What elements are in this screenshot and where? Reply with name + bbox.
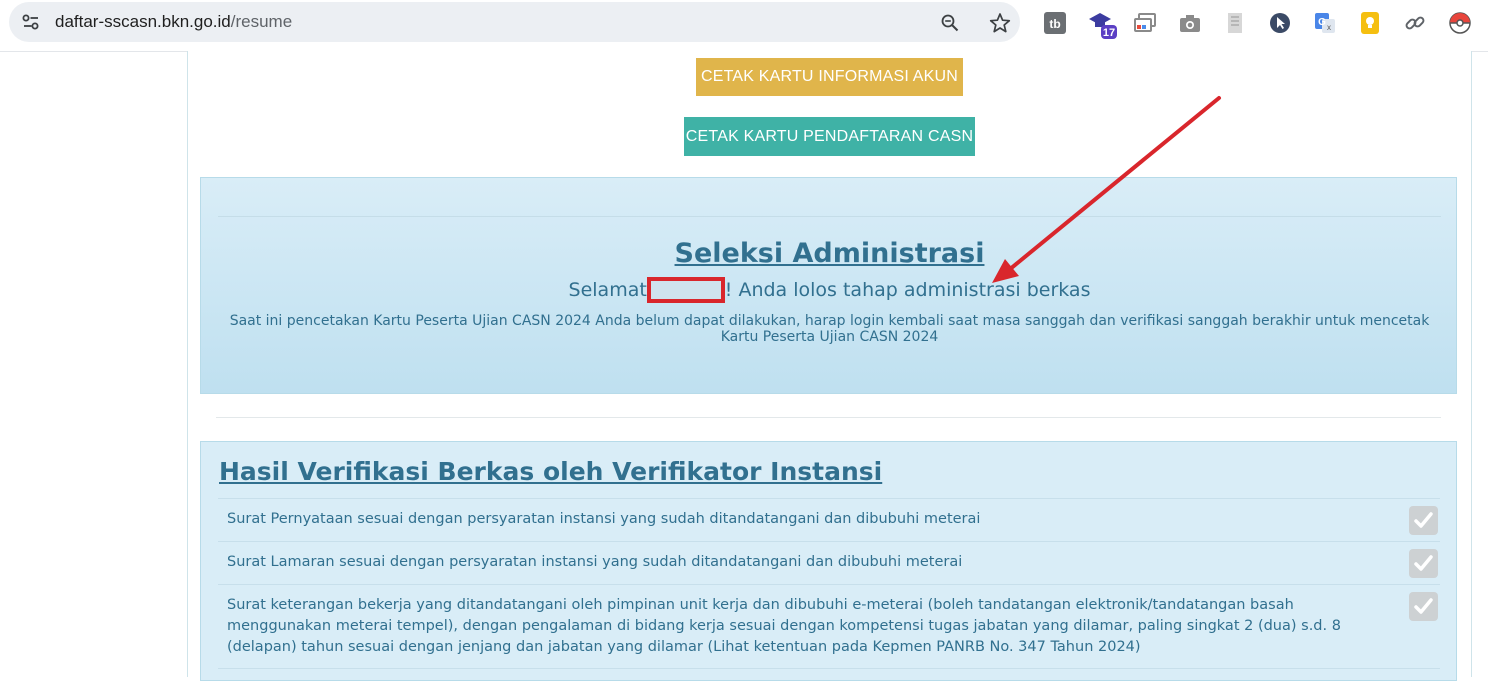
checkmark-icon <box>1409 506 1438 535</box>
url-host: daftar-sscasn.bkn.go.id <box>55 12 231 31</box>
verification-row <box>218 668 1440 677</box>
pokeball-extension-icon[interactable] <box>1448 11 1472 35</box>
print-card-notice: Saat ini pencetakan Kartu Peserta Ujian … <box>229 313 1430 345</box>
extension-badge: 17 <box>1103 27 1115 39</box>
tb-extension-icon[interactable]: tb <box>1043 11 1067 35</box>
keep-notes-extension-icon[interactable] <box>1358 11 1382 35</box>
window-stack-extension-icon[interactable] <box>1133 11 1157 35</box>
verification-item-text: Surat Pernyataan sesuai dengan persyarat… <box>227 511 981 527</box>
checkmark-icon <box>1409 549 1438 578</box>
divider <box>218 216 1441 217</box>
print-casn-registration-card-button[interactable]: CETAK KARTU PENDAFTARAN CASN <box>684 117 975 156</box>
link-extension-icon[interactable] <box>1403 11 1427 35</box>
verification-row: Surat Pernyataan sesuai dengan persyarat… <box>218 498 1440 541</box>
verification-item-text: Surat keterangan bekerja yang ditandatan… <box>227 597 1341 655</box>
congratulation-message: Selamat ! Anda lolos tahap administrasi b… <box>200 277 1459 303</box>
zoom-icon[interactable] <box>940 13 960 33</box>
site-settings-icon[interactable] <box>22 13 40 31</box>
graduation-cap-extension-icon[interactable]: 17 <box>1088 10 1118 40</box>
redacted-name <box>646 277 725 303</box>
checkmark-icon <box>1409 592 1438 621</box>
verification-item-text: Surat Lamaran sesuai dengan persyaratan … <box>227 554 963 570</box>
section-divider <box>216 417 1441 418</box>
verification-title: Hasil Verifikasi Berkas oleh Verifikator… <box>219 457 883 486</box>
verification-row: Surat keterangan bekerja yang ditandatan… <box>218 584 1440 668</box>
cursor-extension-icon[interactable] <box>1268 11 1292 35</box>
document-extension-icon[interactable] <box>1223 11 1247 35</box>
congrats-prefix: Selamat <box>568 279 647 301</box>
svg-text:G: G <box>1318 17 1326 28</box>
translate-extension-icon[interactable]: G x <box>1313 11 1337 35</box>
bookmark-star-icon[interactable] <box>989 12 1011 34</box>
browser-toolbar: daftar-sscasn.bkn.go.id/resume tb 17 G x <box>0 0 1488 52</box>
svg-text:x: x <box>1327 23 1331 32</box>
svg-text:tb: tb <box>1049 17 1060 31</box>
selection-title: Seleksi Administrasi <box>674 238 985 269</box>
camera-extension-icon[interactable] <box>1178 11 1202 35</box>
congrats-suffix: ! Anda lolos tahap administrasi berkas <box>724 279 1091 301</box>
print-account-card-button[interactable]: CETAK KARTU INFORMASI AKUN <box>696 58 963 96</box>
url-text[interactable]: daftar-sscasn.bkn.go.id/resume <box>55 12 292 32</box>
url-path: /resume <box>230 12 293 31</box>
address-bar[interactable]: daftar-sscasn.bkn.go.id/resume <box>9 2 1020 42</box>
verification-row: Surat Lamaran sesuai dengan persyaratan … <box>218 541 1440 584</box>
